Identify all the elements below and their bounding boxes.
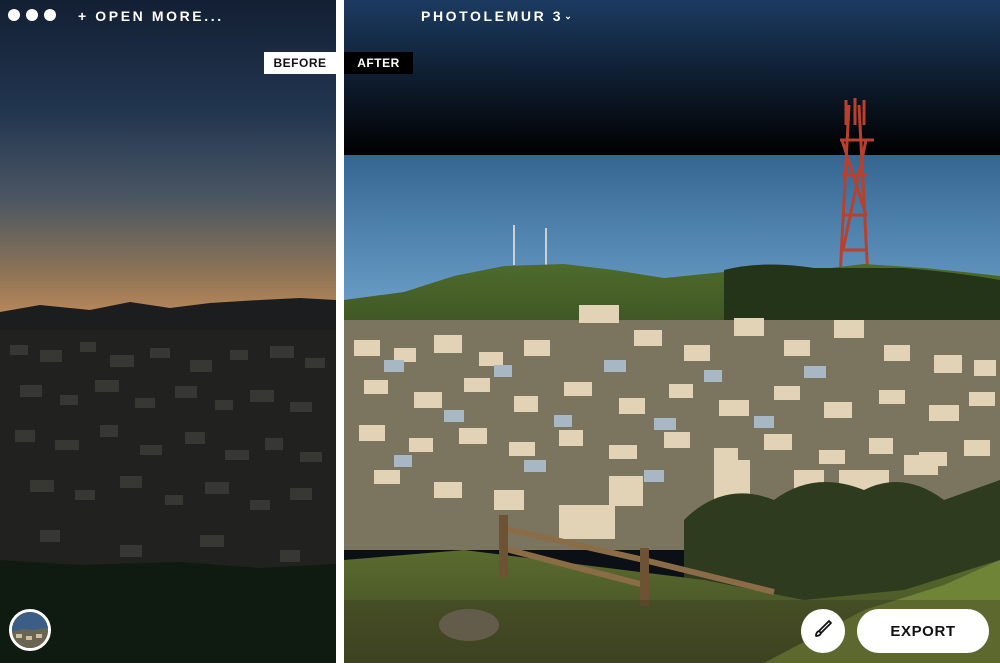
brush-icon — [813, 619, 833, 644]
compare-divider-handle[interactable] — [336, 0, 344, 663]
after-image — [344, 0, 1000, 663]
photolemur-window: + OPEN MORE... PHOTOLEMUR 3⌄ BEFORE AFTE… — [0, 0, 1000, 663]
app-title-menu[interactable]: PHOTOLEMUR 3⌄ — [421, 8, 572, 24]
export-button[interactable]: EXPORT — [857, 609, 989, 653]
chevron-down-icon: ⌄ — [564, 11, 572, 21]
image-thumbnail[interactable] — [9, 609, 51, 651]
open-more-button[interactable]: + OPEN MORE... — [78, 8, 224, 24]
close-dot[interactable] — [8, 9, 20, 21]
before-image — [0, 0, 336, 663]
before-label: BEFORE — [264, 52, 336, 74]
app-title-text: PHOTOLEMUR 3 — [421, 8, 564, 24]
after-label: AFTER — [344, 52, 413, 74]
zoom-dot[interactable] — [44, 9, 56, 21]
minimize-dot[interactable] — [26, 9, 38, 21]
brush-button[interactable] — [801, 609, 845, 653]
